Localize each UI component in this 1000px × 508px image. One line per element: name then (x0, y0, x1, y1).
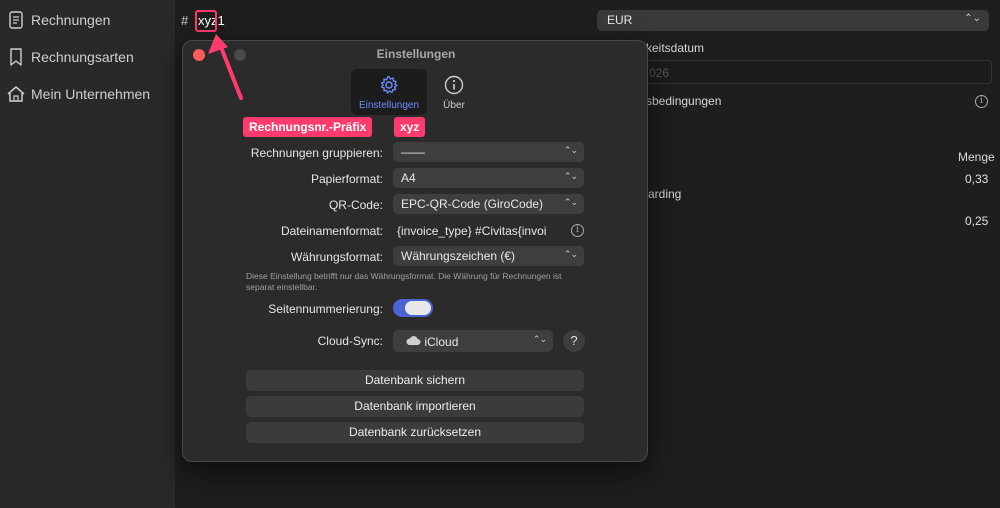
sidebar-item-rechnungsarten[interactable]: Rechnungsarten (0, 42, 175, 72)
paper-select[interactable]: A4 ⌃⌄ (393, 168, 584, 188)
annotation-arrow-icon (208, 34, 243, 100)
house-icon (4, 82, 28, 106)
group-select[interactable]: —— ⌃⌄ (393, 142, 584, 162)
group-value: —— (401, 145, 425, 159)
currency-format-value: Währungszeichen (€) (401, 249, 516, 263)
import-database-button[interactable]: Datenbank importieren (246, 396, 584, 417)
chevron-updown-icon: ⌃⌄ (532, 334, 547, 344)
row-quantity: 0,25 (965, 214, 989, 228)
info-icon (444, 75, 464, 95)
currency-select[interactable]: EUR ⌃⌄ (597, 10, 989, 31)
prefix-annotation-tag: Rechnungsnr.-Präfix (243, 117, 373, 137)
paper-label: Papierformat: (310, 172, 383, 186)
sidebar-item-mein-unternehmen[interactable]: Mein Unternehmen (0, 79, 175, 109)
tab-einstellungen[interactable]: Einstellungen (351, 69, 427, 115)
qr-value: EPC-QR-Code (GiroCode) (401, 197, 544, 211)
gear-icon (380, 75, 398, 94)
currency-note: Diese Einstellung betrifft nur das Währu… (246, 271, 562, 292)
filename-field[interactable]: {invoice_type} #Civitas{invoi (397, 224, 557, 238)
chevron-updown-icon: ⌃⌄ (563, 197, 578, 207)
bookmark-icon (4, 45, 28, 69)
qr-label: QR-Code: (328, 198, 383, 212)
chevron-updown-icon: ⌃⌄ (563, 145, 578, 155)
paper-value: A4 (401, 171, 416, 185)
info-icon[interactable]: i (571, 224, 584, 237)
date-field[interactable]: 026 (620, 60, 992, 84)
chevron-updown-icon: ⌃⌄ (563, 171, 578, 181)
date-placeholder: 026 (649, 66, 670, 80)
sidebar-item-label: Rechnungen (31, 12, 111, 28)
cloud-sync-value: iCloud (424, 334, 459, 349)
sidebar: Rechnungen Rechnungsarten Mein Unternehm… (0, 0, 175, 508)
tab-label: Einstellungen (358, 100, 420, 111)
sidebar-item-rechnungen[interactable]: Rechnungen (0, 5, 175, 35)
qr-select[interactable]: EPC-QR-Code (GiroCode) ⌃⌄ (393, 194, 584, 214)
currency-value: EUR (607, 13, 633, 27)
pagination-toggle[interactable] (393, 299, 433, 317)
cloud-sync-select[interactable]: iCloud ⌃⌄ (393, 330, 553, 352)
row-description: arding (648, 187, 682, 201)
reset-database-button[interactable]: Datenbank zurücksetzen (246, 422, 584, 443)
document-icon (4, 8, 28, 32)
date-label: keitsdatum (646, 41, 705, 55)
backup-database-button[interactable]: Datenbank sichern (246, 370, 584, 391)
quantity-header: Menge (958, 150, 995, 164)
currency-format-label: Währungsformat: (290, 250, 383, 264)
filename-label: Dateinamenformat: (280, 224, 383, 238)
cloud-icon (405, 335, 421, 349)
sidebar-item-label: Rechnungsarten (31, 49, 134, 65)
toggle-knob (405, 301, 431, 315)
prefix-highlight-box (195, 10, 217, 32)
invoice-number-hash: # (181, 13, 189, 28)
tab-label: Über (443, 100, 465, 111)
prefix-value-tag: xyz (394, 117, 426, 137)
tab-ueber[interactable]: Über (433, 69, 475, 115)
terms-label: sbedingungen (646, 94, 722, 108)
row-quantity: 0,33 (965, 172, 989, 186)
group-label: Rechnungen gruppieren: (250, 146, 383, 160)
pagination-label: Seitennummerierung: (268, 302, 383, 316)
sidebar-item-label: Mein Unternehmen (31, 86, 151, 102)
currency-format-select[interactable]: Währungszeichen (€) ⌃⌄ (393, 246, 584, 266)
chevron-updown-icon: ⌃⌄ (964, 13, 981, 24)
info-icon[interactable]: i (975, 95, 988, 108)
chevron-updown-icon: ⌃⌄ (563, 249, 578, 259)
cloud-sync-label: Cloud-Sync: (317, 334, 383, 348)
help-button[interactable]: ? (563, 330, 585, 352)
